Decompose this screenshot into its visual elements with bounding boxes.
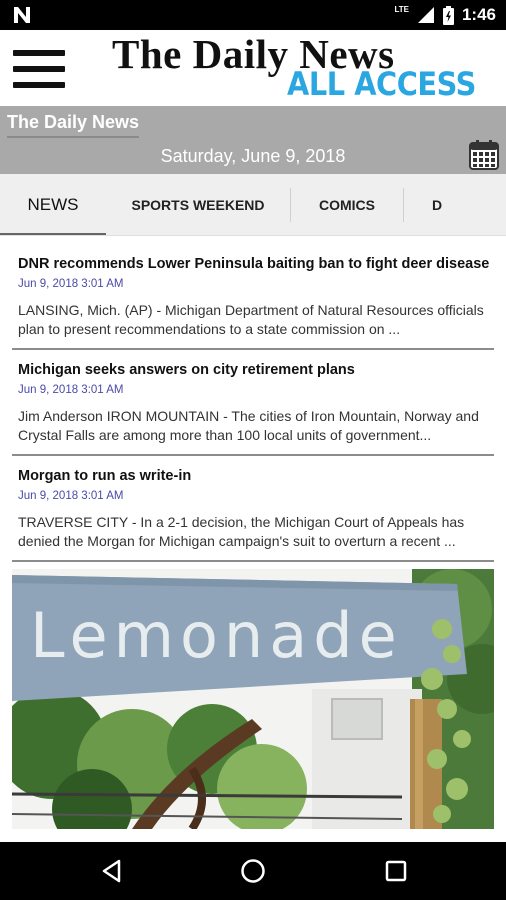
- tab-sports-weekend[interactable]: SPORTS WEEKEND: [106, 174, 290, 235]
- article-photo[interactable]: Lemonade: [12, 569, 494, 829]
- clock: 1:46: [461, 5, 496, 24]
- masthead-subtitle: ALL ACCESS: [287, 65, 476, 103]
- article-headline: Michigan seeks answers on city retiremen…: [18, 362, 355, 378]
- recents-square-icon[interactable]: [383, 858, 409, 884]
- section-tabs: NEWS SPORTS WEEKEND COMICS D: [0, 174, 506, 236]
- signal-icon: [417, 7, 434, 23]
- edition-date[interactable]: Saturday, June 9, 2018: [0, 146, 506, 167]
- article-summary: TRAVERSE CITY - In a 2-1 decision, the M…: [18, 514, 465, 549]
- network-type-label: LTE: [394, 4, 409, 14]
- article-summary: Jim Anderson IRON MOUNTAIN - The cities …: [18, 408, 479, 443]
- article-summary: LANSING, Mich. (AP) - Michigan Departmen…: [18, 302, 484, 337]
- battery-icon: [442, 5, 454, 25]
- article-card[interactable]: Michigan seeks answers on city retiremen…: [12, 362, 494, 456]
- section-bar: The Daily News Saturday, June 9, 2018: [0, 106, 506, 174]
- app-header: The Daily News ALL ACCESS: [0, 30, 506, 106]
- status-bar: LTE 1:46: [0, 0, 506, 30]
- tab-comics[interactable]: COMICS: [291, 174, 403, 235]
- sign-text: Lemonade: [30, 599, 403, 672]
- tab-partial[interactable]: D: [404, 174, 470, 235]
- tab-news[interactable]: NEWS: [0, 174, 106, 235]
- home-circle-icon[interactable]: [240, 858, 266, 884]
- hamburger-menu-icon[interactable]: [13, 50, 65, 88]
- system-nav-bar: [0, 842, 506, 900]
- back-triangle-icon[interactable]: [99, 858, 125, 884]
- article-date: Jun 9, 2018 3:01 AM: [18, 490, 124, 502]
- notification-n-icon: [14, 7, 30, 23]
- masthead-logo: The Daily News ALL ACCESS: [112, 32, 482, 104]
- section-title: The Daily News: [7, 112, 140, 138]
- article-headline: Morgan to run as write-in: [18, 468, 192, 484]
- article-date: Jun 9, 2018 3:01 AM: [18, 278, 124, 290]
- calendar-icon[interactable]: [469, 140, 499, 170]
- article-card[interactable]: DNR recommends Lower Peninsula baiting b…: [12, 256, 494, 350]
- article-headline: DNR recommends Lower Peninsula baiting b…: [18, 256, 490, 272]
- article-date: Jun 9, 2018 3:01 AM: [18, 384, 124, 396]
- article-card[interactable]: Morgan to run as write-in Jun 9, 2018 3:…: [12, 468, 494, 562]
- article-feed: DNR recommends Lower Peninsula baiting b…: [0, 236, 506, 842]
